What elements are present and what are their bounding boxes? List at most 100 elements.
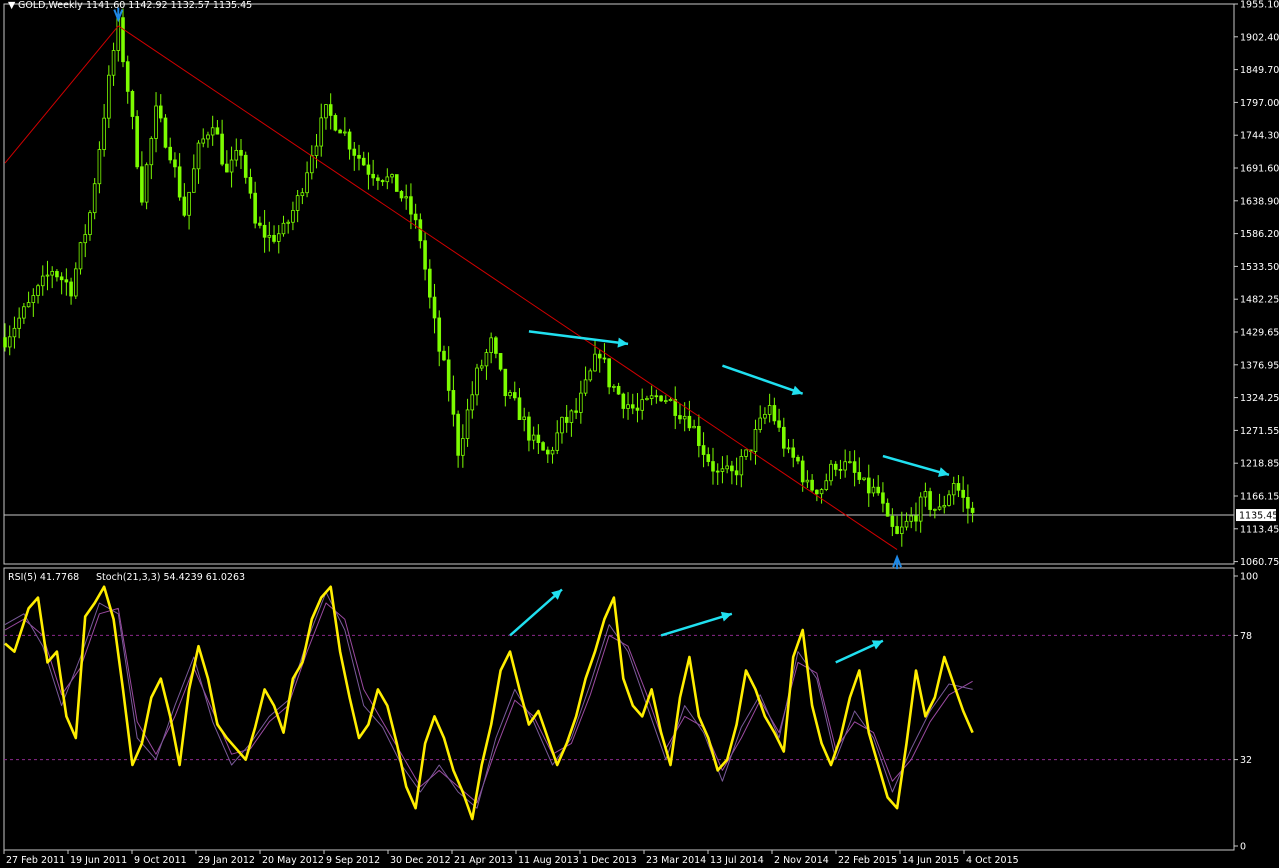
candle-body [876,486,880,494]
candle-body [295,195,300,211]
time-axis-label: 13 Jul 2014 [710,855,764,866]
candle-body [125,61,130,92]
candle-body [918,496,923,522]
candle-body [527,416,531,441]
candle-body [900,526,904,534]
candle-body [286,221,290,224]
candle-body [824,480,829,490]
candle-body [22,306,26,319]
candle-body [196,142,201,170]
time-axis-label: 11 Aug 2013 [518,855,579,866]
price-axis-label: 1586.20 [1240,229,1279,240]
candle-body [909,515,914,522]
stoch-header: Stoch(21,3,3) 54.4239 61.0263 [96,572,245,583]
candle-body [664,400,668,403]
candle-body [144,164,149,203]
candle-body [640,399,644,411]
candle-body [36,285,40,296]
candle-body [706,454,711,462]
candle-body [564,416,569,423]
candle-body [333,115,338,131]
candle-body [229,159,234,173]
candle-body [951,483,956,496]
candle-body [394,174,399,192]
candle-body [508,392,512,397]
candle-body [97,149,102,185]
candle-body [361,157,366,166]
candle-body [933,508,937,511]
candle-body [579,392,583,413]
candle-body [404,196,408,199]
candle-body [612,385,616,388]
candle-body [305,172,309,194]
time-axis-label: 2 Nov 2014 [774,855,829,866]
candle-body [243,154,248,178]
price-axis-label: 1955.10 [1240,0,1279,11]
candle-body [442,350,446,361]
candle-body [970,507,975,513]
candle-body [451,390,456,415]
candle-body [484,352,489,367]
candle-body [12,327,17,338]
candle-body [479,365,484,369]
candle-body [83,234,88,244]
candle-body [437,317,442,352]
candle-body [616,385,621,395]
candle-body [338,129,342,134]
price-axis-label: 1849.70 [1240,65,1279,76]
candle-body [413,213,418,221]
price-axis-label: 1271.55 [1240,426,1279,437]
candle-body [630,404,635,409]
candle-body [942,505,947,508]
candle-body [914,515,918,522]
candle-body [135,116,139,168]
candle-body [111,50,116,76]
candle-body [815,489,819,495]
candle-body [88,212,92,235]
candle-body [734,470,739,476]
ohlc-readout: 1141.60 1142.92 1132.57 1135.45 [86,0,252,11]
candle-body [621,393,626,409]
chart-background [0,0,1279,868]
candle-body [343,131,347,134]
candle-body [357,154,361,159]
candle-body [923,491,928,498]
candle-body [583,379,588,394]
candle-body [800,460,805,483]
time-axis-label: 21 Apr 2013 [454,855,513,866]
candle-body [366,164,371,175]
candle-body [725,465,729,470]
candle-body [895,526,899,534]
window-dropdown-icon[interactable]: ▼ [8,0,16,11]
chart-canvas[interactable]: ▼ GOLD,Weekly 1141.60 1142.92 1132.57 11… [0,0,1279,868]
time-axis-label: 27 Feb 2011 [6,855,65,866]
price-axis-label: 1376.95 [1240,360,1279,371]
candle-body [423,240,427,270]
candle-body [763,413,767,419]
candle-body [7,336,12,348]
candle-body [191,168,196,193]
candle-body [956,483,961,491]
candle-body [866,477,871,494]
candle-body [635,407,640,411]
candle-body [3,337,7,348]
candle-body [45,274,50,277]
candle-body [328,104,333,116]
price-axis-label: 1429.65 [1240,328,1279,339]
candle-body [810,479,814,491]
candle-body [654,395,659,398]
candle-body [805,479,810,483]
candle-body [881,492,885,504]
candle-body [140,166,144,203]
candle-body [541,442,545,451]
candle-body [163,117,168,148]
price-axis-label: 1797.00 [1240,98,1279,109]
price-axis-label: 1482.25 [1240,295,1279,306]
candle-body [121,17,125,63]
candle-body [494,337,498,354]
candle-body [588,370,593,381]
candle-body [432,296,437,319]
candle-body [149,138,154,166]
candle-body [786,447,791,450]
candle-body [753,429,758,452]
